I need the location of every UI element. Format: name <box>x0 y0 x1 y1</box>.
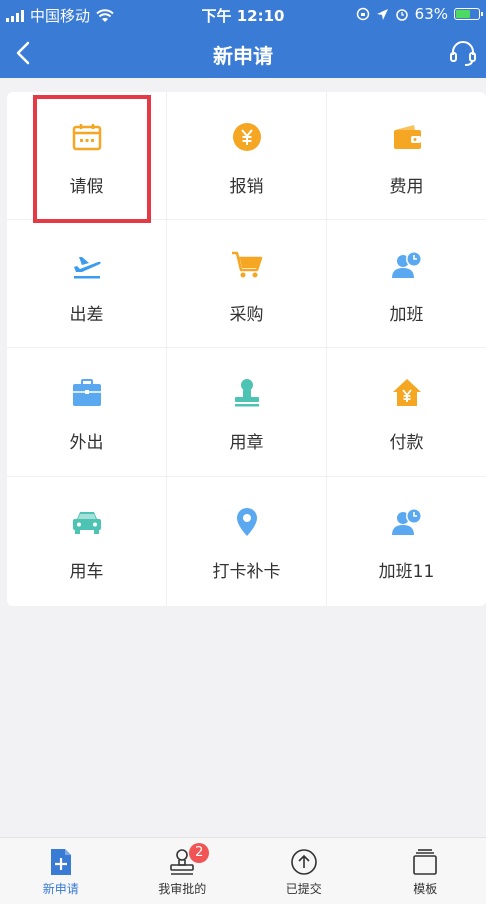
grid-item-payment[interactable]: 付款 <box>327 348 486 477</box>
tab-my-approvals[interactable]: 2 我审批的 <box>122 838 244 904</box>
template-stack-icon <box>413 849 438 875</box>
grid-item-overtime[interactable]: 加班 <box>327 220 486 348</box>
grid-item-label: 打卡补卡 <box>212 562 281 582</box>
notification-badge: 2 <box>189 843 210 863</box>
new-doc-icon <box>50 849 71 875</box>
nav-bar: 新申请 <box>0 28 486 78</box>
rotation-lock-icon <box>356 7 369 21</box>
grid-item-clock-in-fix[interactable]: 打卡补卡 <box>167 477 327 606</box>
headset-icon[interactable] <box>448 38 478 68</box>
tab-label: 我审批的 <box>158 882 207 896</box>
grid-item-label: 加班 <box>389 305 424 325</box>
location-arrow-icon <box>376 8 388 20</box>
grid-item-purchase[interactable]: 采购 <box>167 220 327 348</box>
grid-item-business-trip[interactable]: 出差 <box>7 220 167 348</box>
wallet-icon <box>393 125 421 149</box>
grid-item-label: 付款 <box>389 433 424 453</box>
airplane-icon <box>73 257 101 279</box>
grid-item-label: 加班11 <box>378 562 435 582</box>
stamp-icon <box>234 379 259 407</box>
tab-label: 新申请 <box>42 882 79 896</box>
battery-percent: 63% <box>414 5 448 23</box>
car-icon <box>72 512 101 534</box>
grid-item-reimburse[interactable]: 报销 <box>167 92 327 220</box>
grid-item-expense[interactable]: 费用 <box>327 92 486 220</box>
upload-circle-icon <box>290 849 317 875</box>
grid-item-label: 出差 <box>69 305 104 325</box>
page-title: 新申请 <box>213 44 273 68</box>
grid-item-seal[interactable]: 用章 <box>167 348 327 477</box>
house-yen-icon <box>392 379 421 406</box>
tab-new-application[interactable]: 新申请 <box>0 838 122 904</box>
battery-icon <box>454 8 483 20</box>
tab-bar: 新申请 2 我审批的 已提交 模板 <box>0 837 486 904</box>
grid-item-label: 用章 <box>229 433 264 453</box>
tab-label: 已提交 <box>285 882 322 896</box>
grid-item-label: 外出 <box>69 433 104 453</box>
alarm-icon <box>395 9 408 21</box>
grid-item-label: 报销 <box>229 177 264 197</box>
grid-item-label: 采购 <box>229 305 264 325</box>
application-grid: 请假 报销 费用 出差 采购 加班 外出 用章 付款 用车 打卡补卡 加班11 <box>7 92 486 606</box>
shopping-cart-icon <box>231 251 262 278</box>
user-clock-icon <box>391 251 422 278</box>
briefcase-icon <box>72 379 101 406</box>
calendar-icon <box>72 124 101 151</box>
grid-item-leave[interactable]: 请假 <box>7 92 167 220</box>
grid-item-vehicle[interactable]: 用车 <box>7 477 167 606</box>
grid-item-label: 用车 <box>69 562 104 582</box>
location-pin-icon <box>236 508 257 536</box>
tab-label: 模板 <box>413 882 438 896</box>
grid-item-label: 费用 <box>389 177 424 197</box>
user-clock-icon <box>391 508 422 535</box>
grid-item-outing[interactable]: 外出 <box>7 348 167 477</box>
grid-item-overtime-11[interactable]: 加班11 <box>327 477 486 606</box>
yen-coin-icon <box>232 123 261 151</box>
tab-submitted[interactable]: 已提交 <box>243 838 365 904</box>
status-bar: 中国移动 下午 12:10 63% <box>0 0 486 28</box>
tab-templates[interactable]: 模板 <box>365 838 486 904</box>
grid-item-label: 请假 <box>69 177 104 197</box>
